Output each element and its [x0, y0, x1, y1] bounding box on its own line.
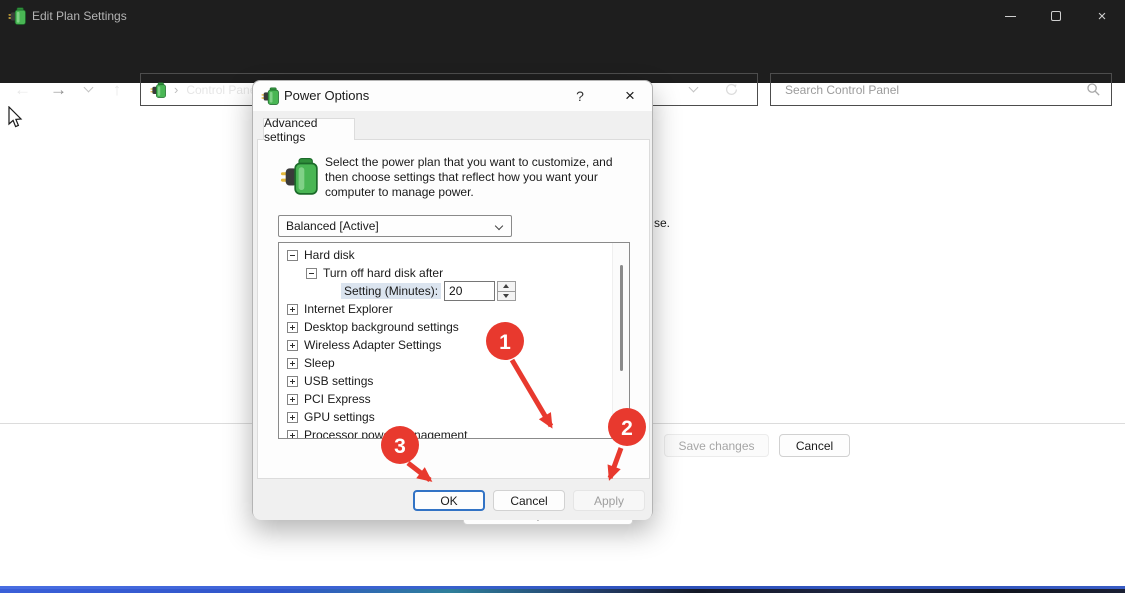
tree-item-setting-minutes[interactable]: Setting (Minutes): — [279, 281, 609, 301]
address-dropdown-chevron-icon[interactable] — [679, 74, 707, 105]
spin-up-button[interactable] — [497, 281, 517, 291]
collapse-icon[interactable] — [306, 267, 317, 279]
close-button[interactable]: × — [1079, 0, 1125, 32]
tree-item-processor-power-management[interactable]: Processor power management — [279, 426, 609, 438]
recent-locations-chevron-icon[interactable] — [76, 73, 100, 106]
tree-item-label[interactable]: Sleep — [304, 356, 335, 370]
dialog-description: Select the power plan that you want to c… — [325, 155, 613, 199]
tree-item-label[interactable]: Wireless Adapter Settings — [304, 338, 441, 352]
scrollbar-thumb[interactable] — [620, 265, 623, 371]
chevron-down-icon — [494, 221, 504, 231]
expand-icon[interactable] — [287, 393, 298, 405]
ok-button[interactable]: OK — [413, 490, 485, 511]
dialog-close-button[interactable]: × — [617, 81, 643, 111]
window-title: Edit Plan Settings — [32, 9, 127, 23]
tree-item-label[interactable]: Internet Explorer — [304, 302, 393, 316]
expand-icon[interactable] — [287, 357, 298, 369]
tree-item-label[interactable]: Setting (Minutes): — [341, 283, 442, 299]
help-button[interactable]: ? — [569, 81, 591, 111]
desktop-edge-strip — [0, 586, 1125, 593]
refresh-button[interactable] — [717, 74, 745, 105]
tab-advanced-settings[interactable]: Advanced settings — [263, 116, 355, 144]
tree-item-label[interactable]: Hard disk — [304, 248, 355, 262]
advanced-settings-tree: Hard disk Turn off hard disk after Setting… — [278, 242, 630, 439]
search-box — [770, 73, 1112, 106]
expand-icon[interactable] — [287, 339, 298, 351]
back-button[interactable]: ← — [6, 73, 39, 106]
power-options-icon — [261, 87, 279, 105]
tree-item-label[interactable]: Turn off hard disk after — [323, 266, 443, 280]
tree-item-hard-disk[interactable]: Hard disk — [279, 246, 609, 264]
maximize-icon — [1051, 11, 1061, 21]
power-plan-icon — [280, 155, 318, 197]
up-button[interactable]: ↑ — [102, 73, 132, 106]
power-options-icon — [8, 7, 26, 25]
cancel-button[interactable]: Cancel — [493, 490, 565, 511]
close-icon: × — [625, 86, 635, 105]
power-plan-selected: Balanced [Active] — [286, 219, 379, 233]
tree-scrollbar[interactable] — [612, 243, 629, 438]
tree-item-label[interactable]: Desktop background settings — [304, 320, 459, 334]
dialog-titlebar: Power Options ? × — [253, 81, 652, 111]
tree-item-label[interactable]: GPU settings — [304, 410, 375, 424]
search-input[interactable] — [771, 74, 1111, 105]
minimize-icon — [1004, 15, 1016, 17]
expand-icon[interactable] — [287, 411, 298, 423]
tree-item-gpu-settings[interactable]: GPU settings — [279, 408, 609, 426]
tree-item-label[interactable]: PCI Express — [304, 392, 371, 406]
window-titlebar: Edit Plan Settings × — [0, 0, 1125, 32]
breadcrumb-separator-icon: › — [174, 82, 179, 97]
maximize-button[interactable] — [1033, 0, 1079, 32]
expand-icon[interactable] — [287, 375, 298, 387]
spinner-control — [497, 281, 517, 301]
minimize-button[interactable] — [987, 0, 1033, 32]
expand-icon[interactable] — [287, 303, 298, 315]
forward-button[interactable]: → — [42, 73, 75, 106]
refresh-icon — [725, 83, 737, 95]
advanced-settings-tab-page: Select the power plan that you want to c… — [257, 139, 650, 525]
tree-item-pci-express[interactable]: PCI Express — [279, 390, 609, 408]
power-plan-dropdown[interactable]: Balanced [Active] — [278, 215, 512, 237]
tree-item-label[interactable]: Processor power management — [304, 428, 467, 438]
navigation-bar: ← → ↑ ›Control Panel›Hardware and Sound›… — [0, 32, 1125, 106]
tree-item-internet-explorer[interactable]: Internet Explorer — [279, 300, 609, 318]
search-icon — [1087, 83, 1100, 96]
expand-icon[interactable] — [287, 429, 298, 438]
close-icon: × — [1097, 7, 1107, 25]
dialog-footer: OK Cancel Apply — [253, 479, 652, 520]
power-options-icon — [150, 82, 166, 98]
power-options-dialog: Power Options ? × Advanced settings Sele… — [252, 80, 653, 525]
breadcrumb-item-control-panel[interactable]: Control Panel — [186, 83, 259, 97]
tree-item-desktop-background-settings[interactable]: Desktop background settings — [279, 318, 609, 336]
tree-item-label[interactable]: USB settings — [304, 374, 373, 388]
tree-item-turn-off-hard-disk-after[interactable]: Turn off hard disk after — [279, 264, 609, 282]
save-changes-button[interactable]: Save changes — [664, 434, 769, 457]
mouse-cursor — [8, 106, 23, 128]
setting-minutes-input[interactable] — [444, 281, 496, 301]
tree-item-sleep[interactable]: Sleep — [279, 354, 609, 372]
tree-item-wireless-adapter-settings[interactable]: Wireless Adapter Settings — [279, 336, 609, 354]
tree-item-usb-settings[interactable]: USB settings — [279, 372, 609, 390]
expand-icon[interactable] — [287, 321, 298, 333]
collapse-icon[interactable] — [287, 249, 298, 261]
dialog-title: Power Options — [284, 88, 370, 103]
apply-button[interactable]: Apply — [573, 490, 645, 511]
page-cancel-button[interactable]: Cancel — [779, 434, 850, 457]
clipped-page-text: se. — [654, 216, 671, 230]
